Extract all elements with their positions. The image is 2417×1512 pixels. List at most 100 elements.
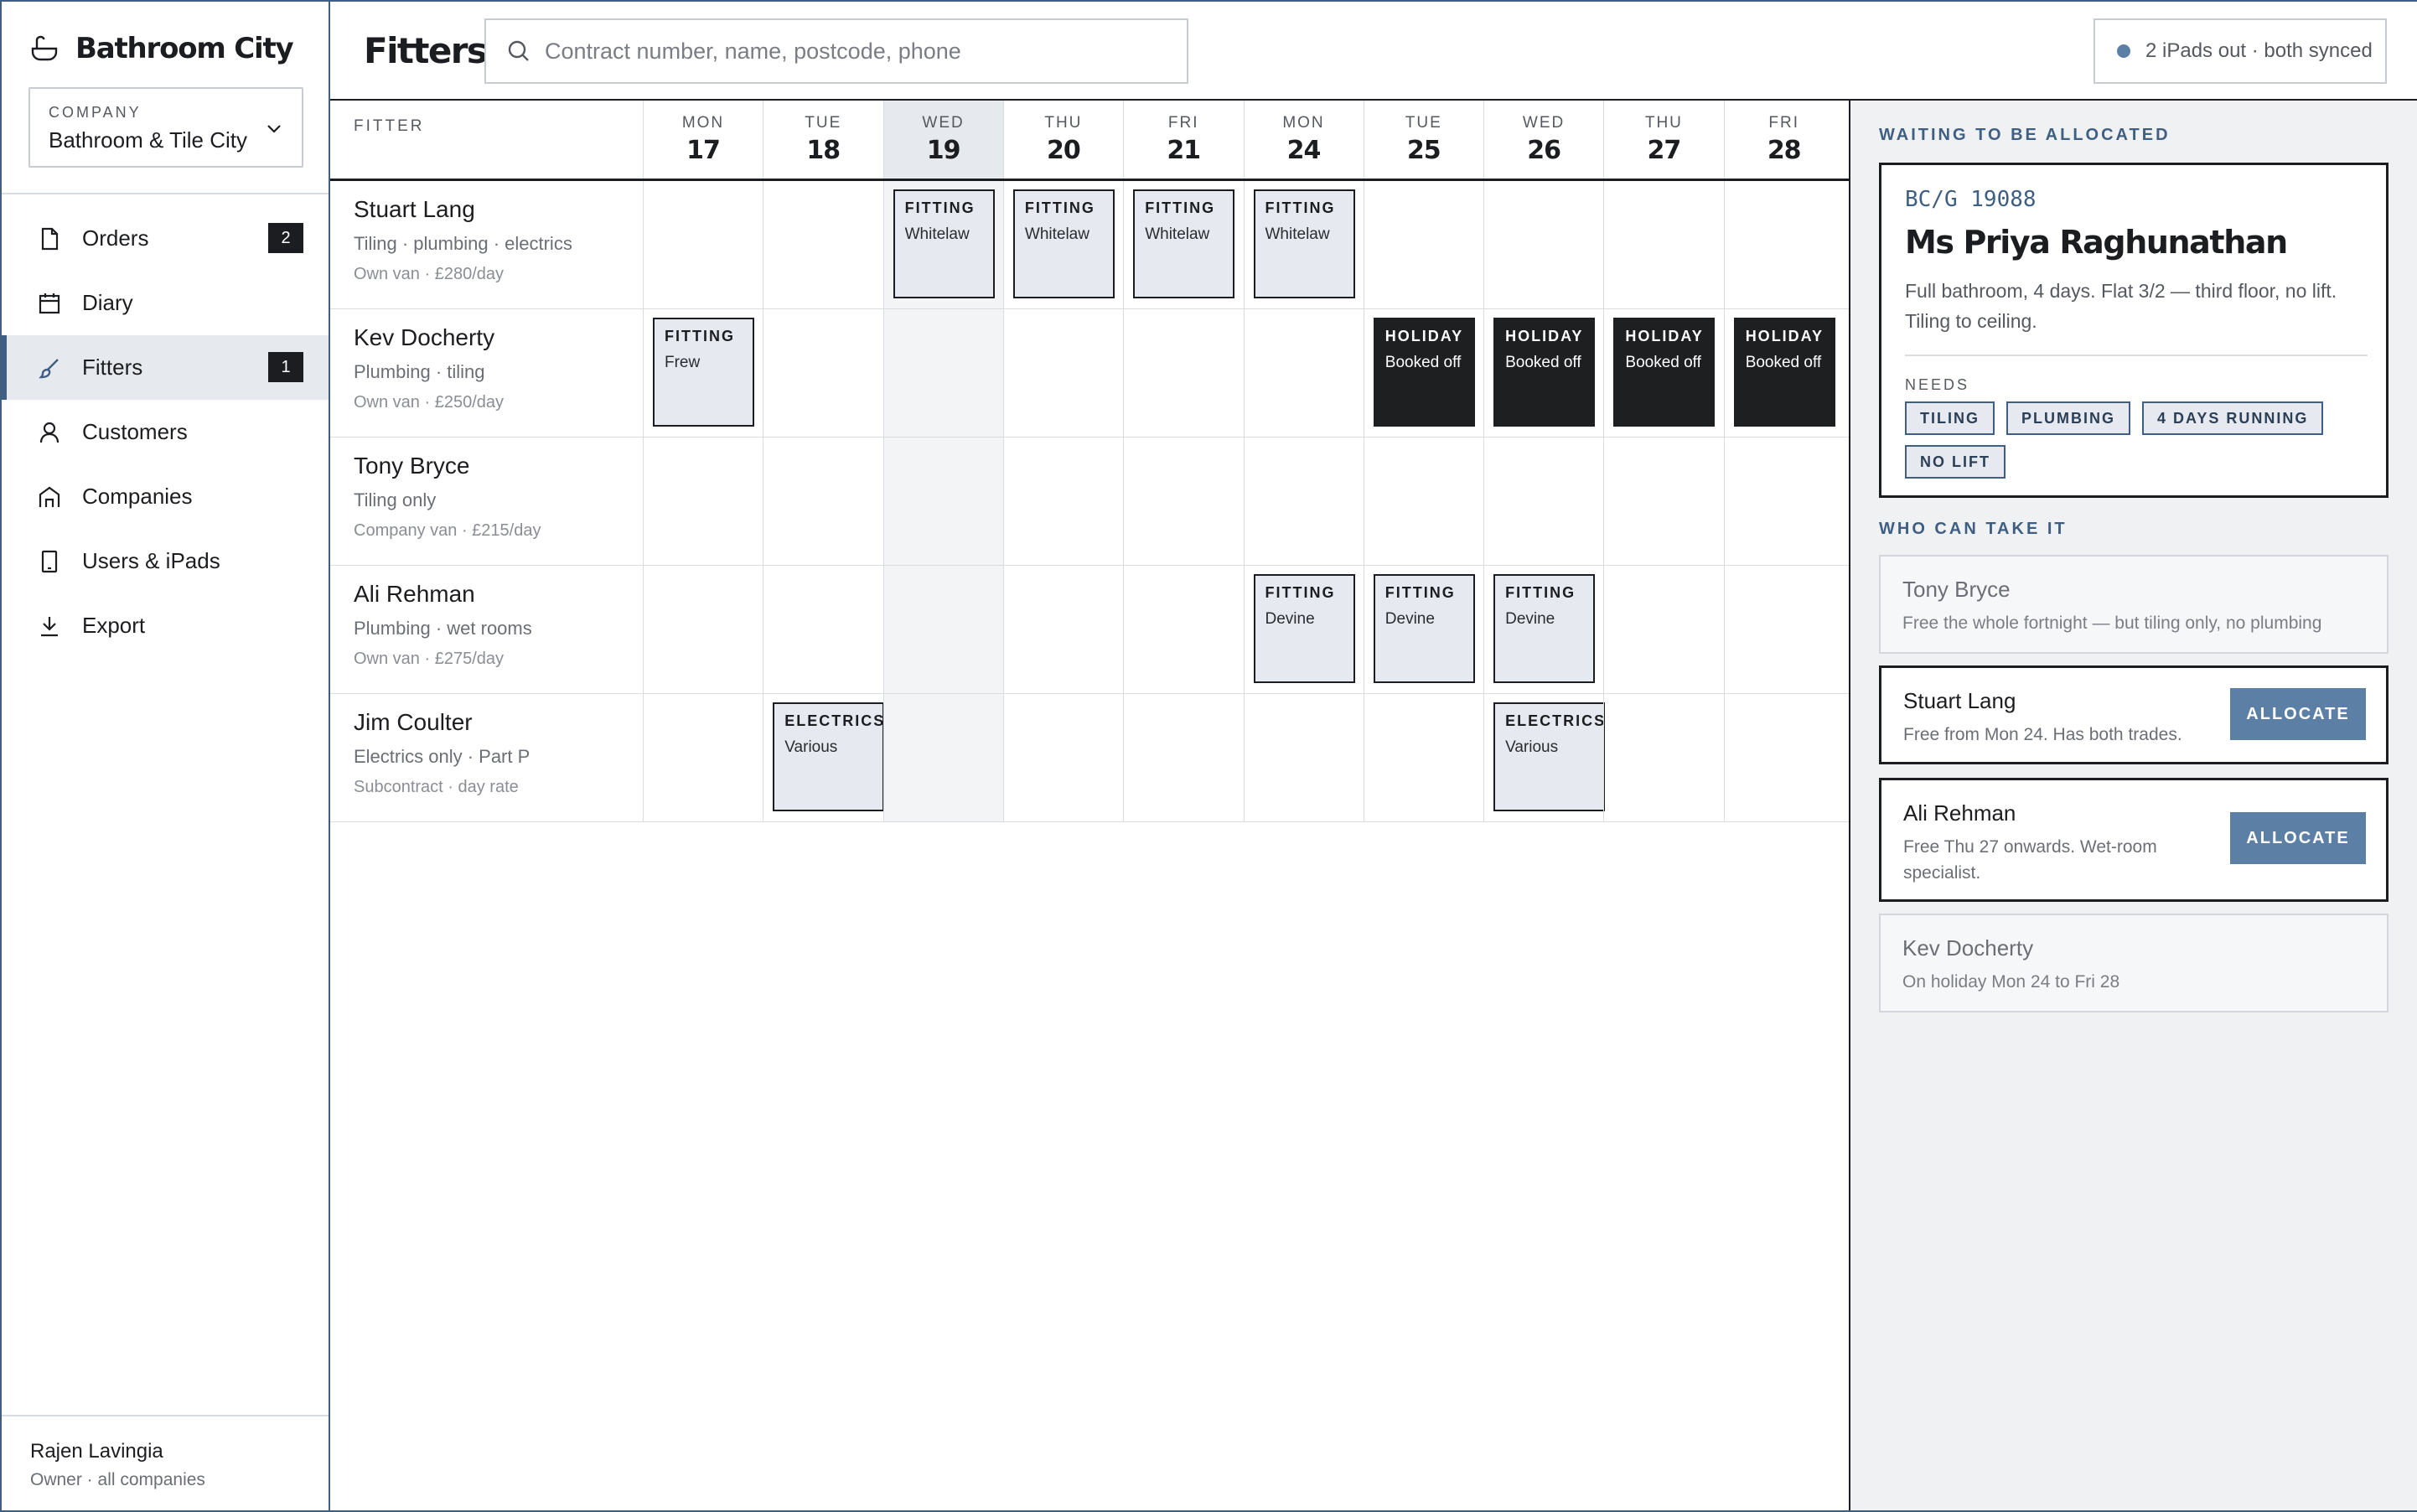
schedule-cell[interactable] <box>1243 694 1364 821</box>
day-number: 28 <box>1767 136 1802 165</box>
candidate-note: On holiday Mon 24 to Fri 28 <box>1902 972 2120 992</box>
search-icon <box>506 39 531 64</box>
schedule-cell[interactable] <box>1723 438 1844 565</box>
schedule-cell[interactable] <box>1483 181 1603 308</box>
fitter-info[interactable]: Stuart Lang Tiling · plumbing · electrics… <box>354 196 639 284</box>
allocate-button[interactable]: ALLOCATE <box>2230 688 2366 740</box>
schedule-cell[interactable] <box>643 438 763 565</box>
day-of-week: FRI <box>1167 114 1199 132</box>
holiday-block[interactable]: HOLIDAY Booked off <box>1373 318 1475 427</box>
sidebar-item-diary[interactable]: Diary <box>2 271 329 335</box>
schedule-cell[interactable] <box>1002 438 1123 565</box>
holiday-block[interactable]: HOLIDAY Booked off <box>1493 318 1596 427</box>
schedule-cell[interactable] <box>1603 181 1723 308</box>
schedule-cell[interactable] <box>1123 309 1243 437</box>
schedule-cell[interactable]: FITTING Whitelaw <box>882 181 1003 308</box>
schedule-cell[interactable] <box>1243 438 1364 565</box>
booking-block[interactable]: FITTING Whitelaw <box>893 189 995 298</box>
document-icon <box>35 225 64 253</box>
schedule-cell[interactable] <box>1123 566 1243 693</box>
schedule-cell[interactable]: ELECTRICS Various <box>763 694 885 821</box>
day-number: 20 <box>1047 136 1081 165</box>
schedule-cell[interactable] <box>1243 309 1364 437</box>
booking-block[interactable]: FITTING Frew <box>653 318 754 427</box>
candidate-card-ali-rehman[interactable]: Ali Rehman Free Thu 27 onwards. Wet-room … <box>1879 778 2389 902</box>
schedule-cell[interactable] <box>1723 694 1844 821</box>
booking-block[interactable]: FITTING Whitelaw <box>1253 189 1355 298</box>
schedule-cell[interactable] <box>1603 438 1723 565</box>
holiday-block[interactable]: HOLIDAY Booked off <box>1733 318 1835 427</box>
schedule-cell[interactable]: HOLIDAY Booked off <box>1483 309 1603 437</box>
schedule-cell[interactable] <box>1363 181 1483 308</box>
schedule-cell[interactable] <box>1123 694 1243 821</box>
booking-block[interactable]: ELECTRICS Various <box>773 702 885 811</box>
schedule-cell[interactable] <box>1483 438 1603 565</box>
schedule-cell[interactable] <box>763 309 882 437</box>
candidate-card-tony-bryce[interactable]: Tony Bryce Free the whole fortnight — but… <box>1879 555 2389 654</box>
fitter-info[interactable]: Jim Coulter Electrics only · Part P Subcon… <box>354 709 639 797</box>
schedule-cell[interactable] <box>882 309 1003 437</box>
booking-block[interactable]: ELECTRICS Various <box>1493 702 1606 811</box>
sidebar-item-orders[interactable]: Orders 2 <box>2 206 329 271</box>
booking-block[interactable]: FITTING Devine <box>1373 574 1475 683</box>
allocate-button[interactable]: ALLOCATE <box>2230 812 2366 864</box>
sidebar-item-customers[interactable]: Customers <box>2 400 329 464</box>
schedule-cell[interactable]: FITTING Whitelaw <box>1243 181 1364 308</box>
schedule-cell[interactable] <box>1603 694 1723 821</box>
schedule-cell[interactable] <box>882 566 1003 693</box>
booking-block[interactable]: FITTING Devine <box>1493 574 1596 683</box>
page-title: Fitters <box>364 30 488 71</box>
schedule-cell[interactable]: HOLIDAY Booked off <box>1363 309 1483 437</box>
schedule-cell[interactable] <box>1363 694 1483 821</box>
schedule-cell[interactable] <box>1723 181 1844 308</box>
sidebar-divider <box>2 193 329 194</box>
booking-block[interactable]: FITTING Whitelaw <box>1133 189 1235 298</box>
fitter-info[interactable]: Ali Rehman Plumbing · wet rooms Own van · … <box>354 581 639 669</box>
schedule-cell[interactable] <box>1603 566 1723 693</box>
schedule-cell[interactable] <box>882 694 1003 821</box>
schedule-cell[interactable] <box>763 566 882 693</box>
schedule-cell[interactable] <box>1002 309 1123 437</box>
schedule-cell[interactable]: FITTING Devine <box>1243 566 1364 693</box>
schedule-cell[interactable]: FITTING Devine <box>1483 566 1603 693</box>
sidebar-item-companies[interactable]: Companies <box>2 464 329 529</box>
day-of-week: MON <box>1282 114 1325 132</box>
company-select[interactable]: COMPANY Bathroom & Tile City <box>28 87 303 168</box>
sidebar-item-fitters[interactable]: Fitters 1 <box>2 335 329 400</box>
schedule-cell[interactable] <box>882 438 1003 565</box>
schedule-cell[interactable]: ELECTRICS Various <box>1483 694 1606 821</box>
schedule-cell[interactable]: FITTING Frew <box>643 309 763 437</box>
candidate-card-stuart-lang[interactable]: Stuart Lang Free from Mon 24. Has both tr… <box>1879 665 2389 764</box>
sync-status[interactable]: 2 iPads out · both synced <box>2094 18 2387 84</box>
search-box[interactable] <box>484 18 1188 84</box>
booking-block[interactable]: FITTING Devine <box>1253 574 1355 683</box>
schedule-cell[interactable] <box>1123 438 1243 565</box>
schedule-cell[interactable]: FITTING Whitelaw <box>1002 181 1123 308</box>
schedule-cell[interactable] <box>643 694 763 821</box>
current-user-role: Owner · all companies <box>30 1470 205 1489</box>
holiday-block[interactable]: HOLIDAY Booked off <box>1613 318 1716 427</box>
schedule-cell[interactable] <box>763 181 882 308</box>
schedule-cell[interactable]: HOLIDAY Booked off <box>1603 309 1723 437</box>
schedule-cell[interactable] <box>643 181 763 308</box>
sidebar-item-users-ipads[interactable]: Users & iPads <box>2 529 329 593</box>
schedule-cell[interactable]: HOLIDAY Booked off <box>1723 309 1844 437</box>
schedule-cell[interactable] <box>763 438 882 565</box>
schedule-cell[interactable] <box>1723 566 1844 693</box>
schedule-cell[interactable] <box>643 566 763 693</box>
schedule-cell[interactable]: FITTING Whitelaw <box>1123 181 1243 308</box>
booking-note: Whitelaw <box>904 225 970 243</box>
schedule-cell[interactable] <box>1002 694 1123 821</box>
fitter-info[interactable]: Tony Bryce Tiling only Company van · £215/… <box>354 453 639 541</box>
search-input[interactable] <box>545 20 1165 82</box>
candidate-card-kev-docherty[interactable]: Kev Docherty On holiday Mon 24 to Fri 28 <box>1879 914 2389 1012</box>
booking-block[interactable]: FITTING Whitelaw <box>1012 189 1115 298</box>
schedule-cell[interactable]: FITTING Devine <box>1363 566 1483 693</box>
fitter-info[interactable]: Kev Docherty Plumbing · tiling Own van · £… <box>354 324 639 412</box>
schedule-cell[interactable] <box>1363 438 1483 565</box>
waiting-order-card[interactable]: BC/G 19088 Ms Priya Raghunathan Full bat… <box>1879 163 2389 498</box>
sidebar-item-export[interactable]: Export <box>2 593 329 658</box>
fitter-name: Ali Rehman <box>354 581 475 607</box>
schedule-cell[interactable] <box>1002 566 1123 693</box>
tablet-icon <box>35 547 64 576</box>
